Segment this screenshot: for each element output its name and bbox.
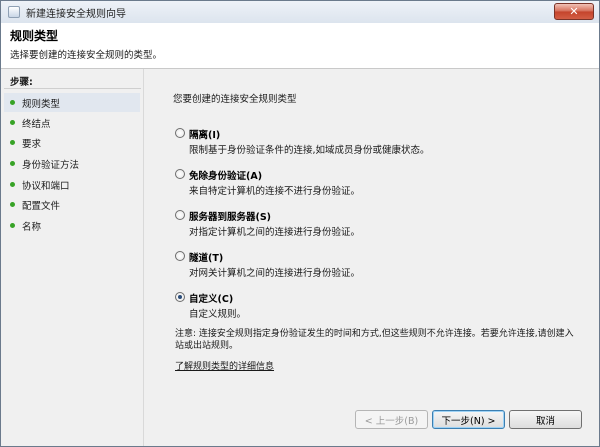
page-title: 规则类型 — [10, 29, 59, 43]
option-title[interactable]: 服务器到服务器(S) — [189, 209, 271, 223]
option-description: 对网关计算机之间的连接进行身份验证。 — [189, 268, 361, 279]
option-title[interactable]: 隔离(I) — [189, 127, 220, 141]
step-status-dot-icon — [10, 202, 15, 207]
step-status-dot-icon — [10, 100, 15, 105]
step-status-dot-icon — [10, 223, 15, 228]
option-description: 来自特定计算机的连接不进行身份验证。 — [189, 186, 361, 197]
authentication-exemption-radio[interactable] — [175, 169, 185, 179]
next-button[interactable]: 下一步(N) > — [432, 410, 505, 429]
step-protocol-and-ports[interactable]: 协议和端口 — [4, 175, 140, 194]
step-label: 配置文件 — [22, 200, 61, 212]
steps-label: 步骤: — [10, 77, 33, 88]
option-description: 对指定计算机之间的连接进行身份验证。 — [189, 227, 361, 238]
step-label: 规则类型 — [22, 98, 61, 110]
step-status-dot-icon — [10, 182, 15, 187]
rule-type-prompt: 您要创建的连接安全规则类型 — [173, 94, 297, 105]
server-to-server-radio[interactable] — [175, 210, 185, 220]
isolation-radio[interactable] — [175, 128, 185, 138]
steps-sidebar: 步骤: 规则类型 终结点 要求 身份验证方法 协议和端口 配置文件 名称 — [1, 69, 144, 446]
step-rule-type[interactable]: 规则类型 — [4, 93, 140, 112]
option-description: 限制基于身份验证条件的连接,如域成员身份或健康状态。 — [189, 145, 430, 156]
window-title: 新建连接安全规则向导 — [26, 8, 126, 20]
step-label: 要求 — [22, 138, 42, 150]
step-label: 名称 — [22, 221, 42, 233]
custom-radio[interactable] — [175, 292, 185, 302]
step-profile[interactable]: 配置文件 — [4, 195, 140, 214]
cancel-button[interactable]: 取消 — [509, 410, 582, 429]
option-title[interactable]: 隧道(T) — [189, 250, 223, 264]
step-endpoints[interactable]: 终结点 — [4, 113, 140, 132]
title-bar[interactable]: 新建连接安全规则向导 ✕ — [1, 1, 599, 23]
step-status-dot-icon — [10, 120, 15, 125]
steps-divider — [4, 88, 141, 89]
step-label: 终结点 — [22, 118, 51, 130]
page-subtitle: 选择要创建的连接安全规则的类型。 — [10, 50, 163, 61]
wizard-app-icon — [8, 6, 20, 18]
option-description: 自定义规则。 — [189, 309, 247, 320]
step-label: 协议和端口 — [22, 180, 70, 192]
option-title[interactable]: 免除身份验证(A) — [189, 168, 262, 182]
connection-rule-note: 注意: 连接安全规则指定身份验证发生的时间和方式,但这些规则不允许连接。若要允许… — [175, 329, 574, 351]
step-status-dot-icon — [10, 140, 15, 145]
back-button[interactable]: < 上一步(B) — [355, 410, 428, 429]
step-requirements[interactable]: 要求 — [4, 133, 140, 152]
wizard-window: 新建连接安全规则向导 ✕ 规则类型 选择要创建的连接安全规则的类型。 步骤: 规… — [0, 0, 600, 447]
close-button[interactable]: ✕ — [554, 3, 594, 20]
step-label: 身份验证方法 — [22, 159, 80, 171]
tunnel-radio[interactable] — [175, 251, 185, 261]
step-authentication-method[interactable]: 身份验证方法 — [4, 154, 140, 173]
step-name[interactable]: 名称 — [4, 216, 140, 235]
main-content: 您要创建的连接安全规则类型 隔离(I) 限制基于身份验证条件的连接,如域成员身份… — [145, 69, 599, 446]
page-header: 规则类型 选择要创建的连接安全规则的类型。 — [1, 23, 599, 69]
step-status-dot-icon — [10, 161, 15, 166]
learn-more-link[interactable]: 了解规则类型的详细信息 — [175, 359, 274, 372]
option-title[interactable]: 自定义(C) — [189, 291, 233, 305]
